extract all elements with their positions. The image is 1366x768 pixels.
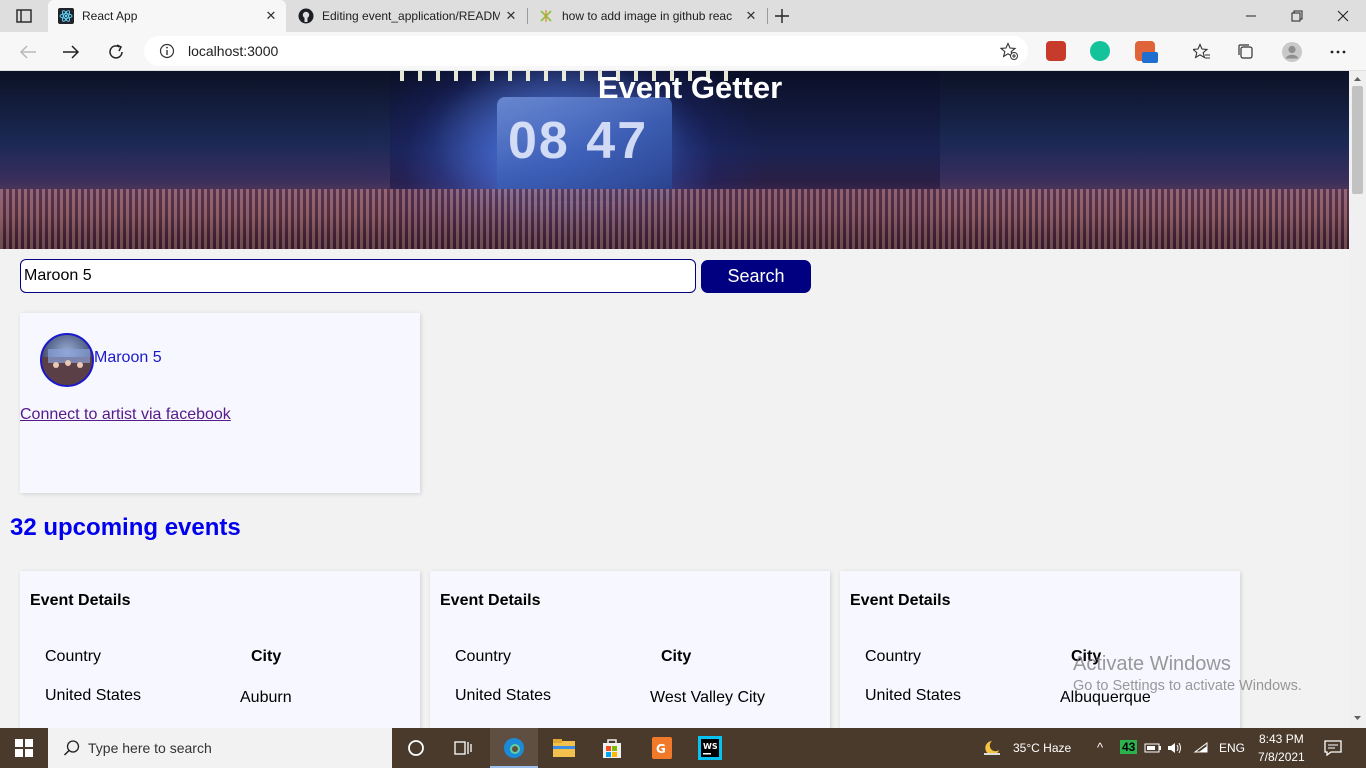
artist-search-input[interactable]: Maroon 5: [20, 259, 696, 293]
collections-icon[interactable]: [1232, 38, 1260, 66]
extension-on-badge-icon: [1142, 52, 1158, 63]
events-count-heading: 32 upcoming events: [10, 514, 241, 541]
hero-crowd: [0, 189, 1349, 249]
page-title: Event Getter: [597, 71, 783, 105]
artist-avatar: [40, 333, 94, 387]
task-view-icon[interactable]: [440, 728, 488, 768]
event-card-title: Event Details: [30, 592, 131, 609]
weather-text[interactable]: 35°C Haze: [1013, 741, 1071, 755]
notifications-icon[interactable]: [1316, 728, 1350, 768]
address-bar[interactable]: localhost:3000: [144, 36, 1028, 66]
windows-taskbar: Type here to search G WS 35°C Haze ^ 43 …: [0, 728, 1366, 768]
weather-icon[interactable]: [968, 728, 1016, 768]
back-icon[interactable]: [14, 38, 42, 66]
taskbar-search-placeholder: Type here to search: [88, 740, 212, 756]
country-label: Country: [455, 648, 512, 665]
city-value: West Valley City: [650, 689, 765, 706]
artist-name-link[interactable]: Maroon 5: [94, 349, 162, 367]
browser-toolbar: localhost:3000: [0, 32, 1366, 71]
volume-icon[interactable]: [1162, 728, 1188, 768]
tab-stackoverflow[interactable]: how to add image in github reac ✕: [528, 0, 766, 32]
tab-actions-icon[interactable]: [12, 7, 36, 25]
page-viewport: 08 47 Event Getter Maroon 5 Search Maroo…: [0, 71, 1349, 728]
clock-date[interactable]: 7/8/2021: [1258, 750, 1305, 764]
event-card-title: Event Details: [440, 592, 541, 609]
favorites-icon[interactable]: [1188, 38, 1216, 66]
new-tab-icon[interactable]: [770, 4, 794, 28]
grammarly-icon[interactable]: [1090, 41, 1110, 61]
tab-title: React App: [82, 9, 138, 23]
search-icon: [62, 738, 82, 758]
city-label: City: [251, 648, 282, 665]
stage-clock-text: 08 47: [508, 112, 649, 170]
country-label: Country: [45, 648, 102, 665]
more-menu-icon[interactable]: [1324, 38, 1352, 66]
svg-text:WS: WS: [703, 742, 718, 751]
watermark-title: Activate Windows: [1073, 653, 1231, 675]
clock-time[interactable]: 8:43 PM: [1259, 732, 1304, 746]
close-window-icon[interactable]: [1320, 0, 1366, 32]
start-button-icon[interactable]: [0, 728, 48, 768]
scrollbar-thumb[interactable]: [1352, 86, 1363, 194]
close-icon[interactable]: ✕: [500, 5, 522, 27]
extension-puzzle-icon[interactable]: [1046, 41, 1066, 61]
tab-react-app[interactable]: React App ✕: [48, 0, 286, 32]
event-card: Event Details Country City United States…: [20, 571, 420, 728]
hero-banner: 08 47 Event Getter: [0, 71, 1349, 249]
github-icon: [298, 8, 314, 24]
edge-taskbar-icon[interactable]: [490, 728, 538, 768]
facebook-link[interactable]: Connect to artist via facebook: [20, 406, 231, 424]
store-icon[interactable]: [588, 728, 636, 768]
restore-icon[interactable]: [1274, 0, 1320, 32]
event-card-title: Event Details: [850, 592, 951, 609]
country-value: United States: [45, 687, 142, 704]
tray-badge[interactable]: 43: [1120, 740, 1138, 754]
info-icon[interactable]: [156, 40, 178, 62]
svg-text:G: G: [656, 742, 666, 756]
watermark-subtitle: Go to Settings to activate Windows.: [1073, 678, 1302, 694]
file-explorer-icon[interactable]: [540, 728, 588, 768]
pdf-app-icon[interactable]: G: [638, 728, 686, 768]
tab-strip: React App ✕ Editing event_application/RE…: [0, 0, 1366, 32]
language-indicator[interactable]: ENG: [1219, 741, 1245, 755]
profile-avatar-icon[interactable]: [1278, 38, 1306, 66]
country-value: United States: [455, 687, 552, 704]
url-text: localhost:3000: [188, 43, 279, 59]
tab-separator: [767, 8, 768, 24]
chevron-up-icon[interactable]: ^: [1097, 740, 1103, 755]
close-icon[interactable]: ✕: [260, 5, 282, 27]
tab-github-readme[interactable]: Editing event_application/READM ✕: [288, 0, 526, 32]
country-label: Country: [865, 648, 922, 665]
react-icon: [58, 8, 74, 24]
forward-icon[interactable]: [57, 38, 85, 66]
wifi-icon[interactable]: [1188, 728, 1214, 768]
tab-title: Editing event_application/READM: [322, 9, 500, 23]
stackoverflow-icon: [538, 8, 554, 24]
refresh-icon[interactable]: [102, 38, 130, 66]
city-label: City: [661, 648, 692, 665]
event-card: Event Details Country City United States…: [430, 571, 830, 728]
close-icon[interactable]: ✕: [740, 5, 762, 27]
search-button[interactable]: Search: [701, 260, 811, 293]
minimize-icon[interactable]: [1228, 0, 1274, 32]
artist-card: Maroon 5 Connect to artist via facebook: [20, 313, 420, 493]
country-value: United States: [865, 687, 962, 704]
tab-title: how to add image in github reac: [562, 9, 733, 23]
webstorm-icon[interactable]: WS: [686, 728, 734, 768]
activate-windows-watermark: Activate Windows Go to Settings to activ…: [1073, 652, 1302, 696]
taskbar-search-box[interactable]: Type here to search: [48, 728, 392, 768]
city-value: Auburn: [240, 689, 292, 706]
event-card: Event Details Country City United States…: [840, 571, 1240, 728]
cortana-icon[interactable]: [392, 728, 440, 768]
add-favorite-icon[interactable]: [998, 40, 1020, 62]
